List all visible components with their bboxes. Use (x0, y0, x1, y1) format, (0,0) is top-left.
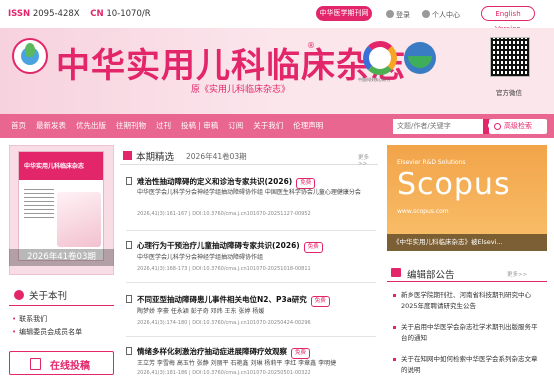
issn-key: ISSN (8, 9, 31, 19)
wechat-qr-code (490, 37, 530, 77)
cover-title: 中华实用儿科临床杂志 (24, 163, 85, 170)
core-journal-badge (363, 41, 397, 75)
about-title: 关于本刊 (29, 291, 68, 302)
cn-value: 10-1070/R (106, 9, 151, 19)
free-badge: 免费 (310, 296, 330, 307)
cn-key: CN (90, 9, 104, 19)
document-icon (126, 347, 132, 355)
article-title-link[interactable]: 不同亚型抽动障碍患儿事件相关电位N2、P3a研究 免费 (137, 294, 330, 307)
user-icon (386, 10, 394, 18)
about-header: 关于本刊 (9, 286, 114, 306)
document-icon (126, 295, 132, 303)
article-title-link[interactable]: 心理行为干预治疗儿童抽动障碍专家共识(2026) 免费 (137, 240, 323, 253)
featured-header: 本期精选 2026年41卷03期 更多>> (120, 145, 378, 167)
top-bar: ISSN 2095-428X CN 10-1070/R 中华医学期刊网 登录 个… (0, 0, 554, 33)
cma-journals-link[interactable]: 中华医学期刊网 (316, 6, 372, 21)
divider (126, 336, 376, 337)
english-version-button[interactable]: English Version (481, 6, 535, 33)
core-journal-caption: 中国科技核心期刊 (358, 77, 390, 82)
article-authors: 中华医学会儿科学分会神经学组抽动障碍协作组 中国医生科学协会儿童心理健康分会 (137, 189, 361, 196)
notice-item[interactable]: 关于启用中华医学会杂志社学术期刊出版服务平台的通知 (393, 322, 541, 343)
notice-more-link[interactable]: 更多>> (507, 270, 527, 278)
online-submission-button[interactable]: 在线投稿 (9, 351, 114, 375)
nav-item[interactable]: 往期刊物 (111, 114, 151, 138)
user-center-label: 个人中心 (432, 11, 460, 19)
site-header: 中华实用儿科临床杂志 ® 原《实用儿科临床杂志》 中国科技核心期刊 官方微信 (0, 28, 554, 114)
divider (126, 282, 376, 283)
issn-info: ISSN 2095-428X CN 10-1070/R (8, 9, 159, 19)
article-citation: 2026,41(3):181-186 | DOI:10.3760/cma.j.c… (137, 370, 311, 376)
user-center-link[interactable]: 个人中心 (422, 8, 460, 23)
notice-item[interactable]: 关于在知网中如何检索中华医学会系列杂志文章的说明 (393, 354, 541, 375)
contact-us-link[interactable]: 联系我们 (12, 314, 47, 324)
nav-item[interactable]: 最新发表 (31, 114, 71, 138)
article-citation: 2026,41(3):168-173 | DOI:10.3760/cma.j.c… (137, 266, 311, 272)
document-icon (126, 241, 132, 249)
nav-item[interactable]: 订阅 (223, 114, 248, 138)
notice-header: 编辑部公告 更多>> (387, 263, 547, 282)
article-citation: 2026,41(3):174-180 | DOI:10.3760/cma.j.c… (137, 320, 311, 326)
journal-logo[interactable] (12, 38, 48, 74)
banner-caption[interactable]: 《中华实用儿科临床杂志》被Elsevi... (387, 234, 547, 251)
article-authors: 中华医学会儿科学分会神经学组抽动障碍协作组 (137, 254, 264, 261)
login-link[interactable]: 登录 (386, 8, 410, 23)
main-nav: 首页最新发表优先出版往期刊物过刊投稿 | 审稿订阅关于我们伦理声明 高级检索 (0, 114, 554, 138)
nav-item[interactable]: 过刊 (151, 114, 176, 138)
issue-cover[interactable]: 中华实用儿科临床杂志 (18, 151, 104, 261)
article-authors: 陶梦娇 李豪 任永颖 彭子奇 邓炜 王东 张婷 杨媛 (137, 308, 265, 315)
info-icon (14, 290, 24, 300)
featured-more-link[interactable]: 更多>> (358, 153, 378, 167)
featured-issue: 2026年41卷03期 (186, 152, 247, 161)
former-name: 原《实用儿科临床杂志》 (191, 85, 291, 95)
article-authors: 王立芳 李雪梅 高玉竹 张静 刘丽平 石艳鑫 刘琳 杨莉平 李红 李章鑫 李明捷 (137, 360, 337, 367)
notice-item[interactable]: 新乡医学院期刊社、河南省科技期刊研究中心2025年度聘请研究生公告 (393, 290, 541, 311)
submission-label: 在线投稿 (50, 361, 90, 372)
nav-item[interactable]: 首页 (6, 114, 31, 138)
document-icon (126, 177, 132, 185)
journal-title: 中华实用儿科临床杂志 (56, 46, 406, 86)
nav-item[interactable]: 关于我们 (248, 114, 288, 138)
issn-value: 2095-428X (32, 9, 80, 19)
scopus-url: www.scopus.com (397, 208, 449, 215)
nav-item[interactable]: 优先出版 (71, 114, 111, 138)
issue-label[interactable]: 2026年41卷03期 (9, 249, 114, 266)
search-input[interactable] (393, 119, 483, 134)
list-icon (123, 151, 132, 160)
login-label: 登录 (396, 11, 410, 19)
registered-mark: ® (307, 41, 315, 50)
editorial-board-link[interactable]: 编辑委员会成员名单 (12, 327, 82, 337)
person-icon (422, 10, 430, 18)
wechat-caption: 官方微信 (496, 89, 522, 97)
globe-badge (404, 42, 436, 74)
scopus-subtitle: Elsevier R&D Solutions (397, 159, 466, 166)
notice-title: 编辑部公告 (407, 270, 455, 281)
free-badge: 免费 (303, 242, 323, 253)
nav-items: 首页 最新发表 优先出版 往期刊物 过刊 投稿 | 审稿 订阅 关于我们 伦理声明 (6, 114, 328, 138)
megaphone-icon (391, 268, 401, 277)
advanced-search-button[interactable]: 高级检索 (489, 119, 547, 134)
nav-item[interactable]: 伦理声明 (288, 114, 328, 138)
article-title-link[interactable]: 情绪多样化刺激治疗抽动症进展障碍疗效观察 免费 (137, 346, 311, 359)
document-edit-icon (30, 358, 41, 370)
nav-item[interactable]: 投稿 | 审稿 (176, 114, 223, 138)
free-badge: 免费 (291, 348, 311, 359)
featured-title: 本期精选 (136, 152, 175, 163)
divider (126, 230, 376, 231)
scopus-wordmark: Scopus (397, 167, 511, 202)
article-citation: 2026,41(3):161-167 | DOI:10.3760/cma.j.c… (137, 211, 311, 217)
